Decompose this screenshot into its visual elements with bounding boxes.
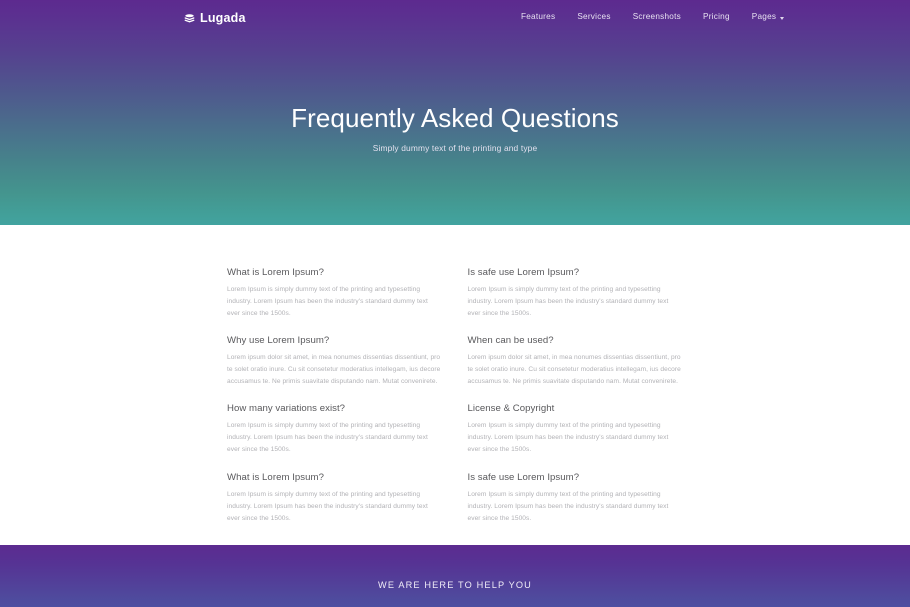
page-title: Frequently Asked Questions — [291, 103, 619, 133]
layers-icon — [184, 13, 195, 24]
hero-section: Lugada Features Services Screenshots Pri… — [0, 0, 910, 225]
faq-section: What is Lorem Ipsum? Lorem Ipsum is simp… — [0, 225, 910, 545]
chevron-down-icon — [780, 16, 785, 20]
nav-item-pricing-label: Pricing — [702, 12, 730, 21]
nav-item-features-label: Features — [521, 12, 556, 21]
brand-logo[interactable]: Lugada — [184, 12, 246, 25]
faq-question: How many variations exist? — [227, 403, 346, 415]
cta-heading: WE ARE HERE TO HELP YOU — [378, 580, 532, 591]
faq-answer: Lorem Ipsum is simply dummy text of the … — [227, 490, 428, 522]
cta-section: WE ARE HERE TO HELP YOU — [0, 545, 910, 607]
faq-question: What is Lorem Ipsum? — [227, 267, 324, 278]
nav-item-screenshots[interactable]: Screenshots — [622, 12, 692, 21]
faq-item: When can be used? Lorem ipsum dolor sit … — [468, 335, 684, 388]
faq-answer: Lorem ipsum dolor sit amet, in mea nonum… — [467, 354, 681, 386]
faq-answer: Lorem Ipsum is simply dummy text of the … — [467, 490, 669, 522]
nav-item-pricing[interactable]: Pricing — [692, 12, 741, 21]
faq-item: Why use Lorem Ipsum? Lorem ipsum dolor s… — [227, 335, 443, 388]
faq-item: What is Lorem Ipsum? Lorem Ipsum is simp… — [227, 472, 443, 525]
faq-answer: Lorem Ipsum is simply dummy text of the … — [467, 285, 669, 318]
faq-answer: Lorem Ipsum is simply dummy text of the … — [467, 422, 669, 454]
faq-item: License & Copyright Lorem Ipsum is simpl… — [468, 403, 684, 456]
page-subtitle: Simply dummy text of the printing and ty… — [372, 142, 538, 153]
faq-item: How many variations exist? Lorem Ipsum i… — [227, 403, 443, 456]
faq-question: Is safe use Lorem Ipsum? — [467, 267, 580, 278]
faq-item: What is Lorem Ipsum? Lorem Ipsum is simp… — [227, 267, 443, 320]
faq-question: When can be used? — [467, 335, 554, 347]
nav-links: Features Services Screenshots Pricing Pa… — [510, 12, 795, 21]
faq-grid: What is Lorem Ipsum? Lorem Ipsum is simp… — [227, 267, 683, 525]
hero-content: Frequently Asked Questions Simply dummy … — [0, 103, 910, 154]
nav-item-screenshots-label: Screenshots — [632, 12, 681, 21]
faq-question: License & Copyright — [467, 403, 555, 415]
nav-item-pages-label: Pages — [751, 12, 777, 21]
nav-item-services[interactable]: Services — [566, 12, 621, 21]
faq-question: What is Lorem Ipsum? — [227, 471, 324, 483]
navbar: Lugada Features Services Screenshots Pri… — [0, 0, 910, 37]
nav-item-pages[interactable]: Pages — [741, 12, 795, 21]
faq-question: Is safe use Lorem Ipsum? — [467, 471, 580, 483]
faq-item: Is safe use Lorem Ipsum? Lorem Ipsum is … — [468, 472, 684, 525]
faq-question: Why use Lorem Ipsum? — [227, 335, 330, 347]
nav-item-features[interactable]: Features — [510, 12, 566, 21]
faq-answer: Lorem Ipsum is simply dummy text of the … — [227, 285, 428, 318]
brand-name: Lugada — [200, 11, 246, 26]
faq-item: Is safe use Lorem Ipsum? Lorem Ipsum is … — [468, 267, 684, 320]
faq-answer: Lorem Ipsum is simply dummy text of the … — [227, 422, 428, 454]
nav-item-services-label: Services — [577, 12, 611, 21]
faq-answer: Lorem ipsum dolor sit amet, in mea nonum… — [227, 354, 441, 386]
